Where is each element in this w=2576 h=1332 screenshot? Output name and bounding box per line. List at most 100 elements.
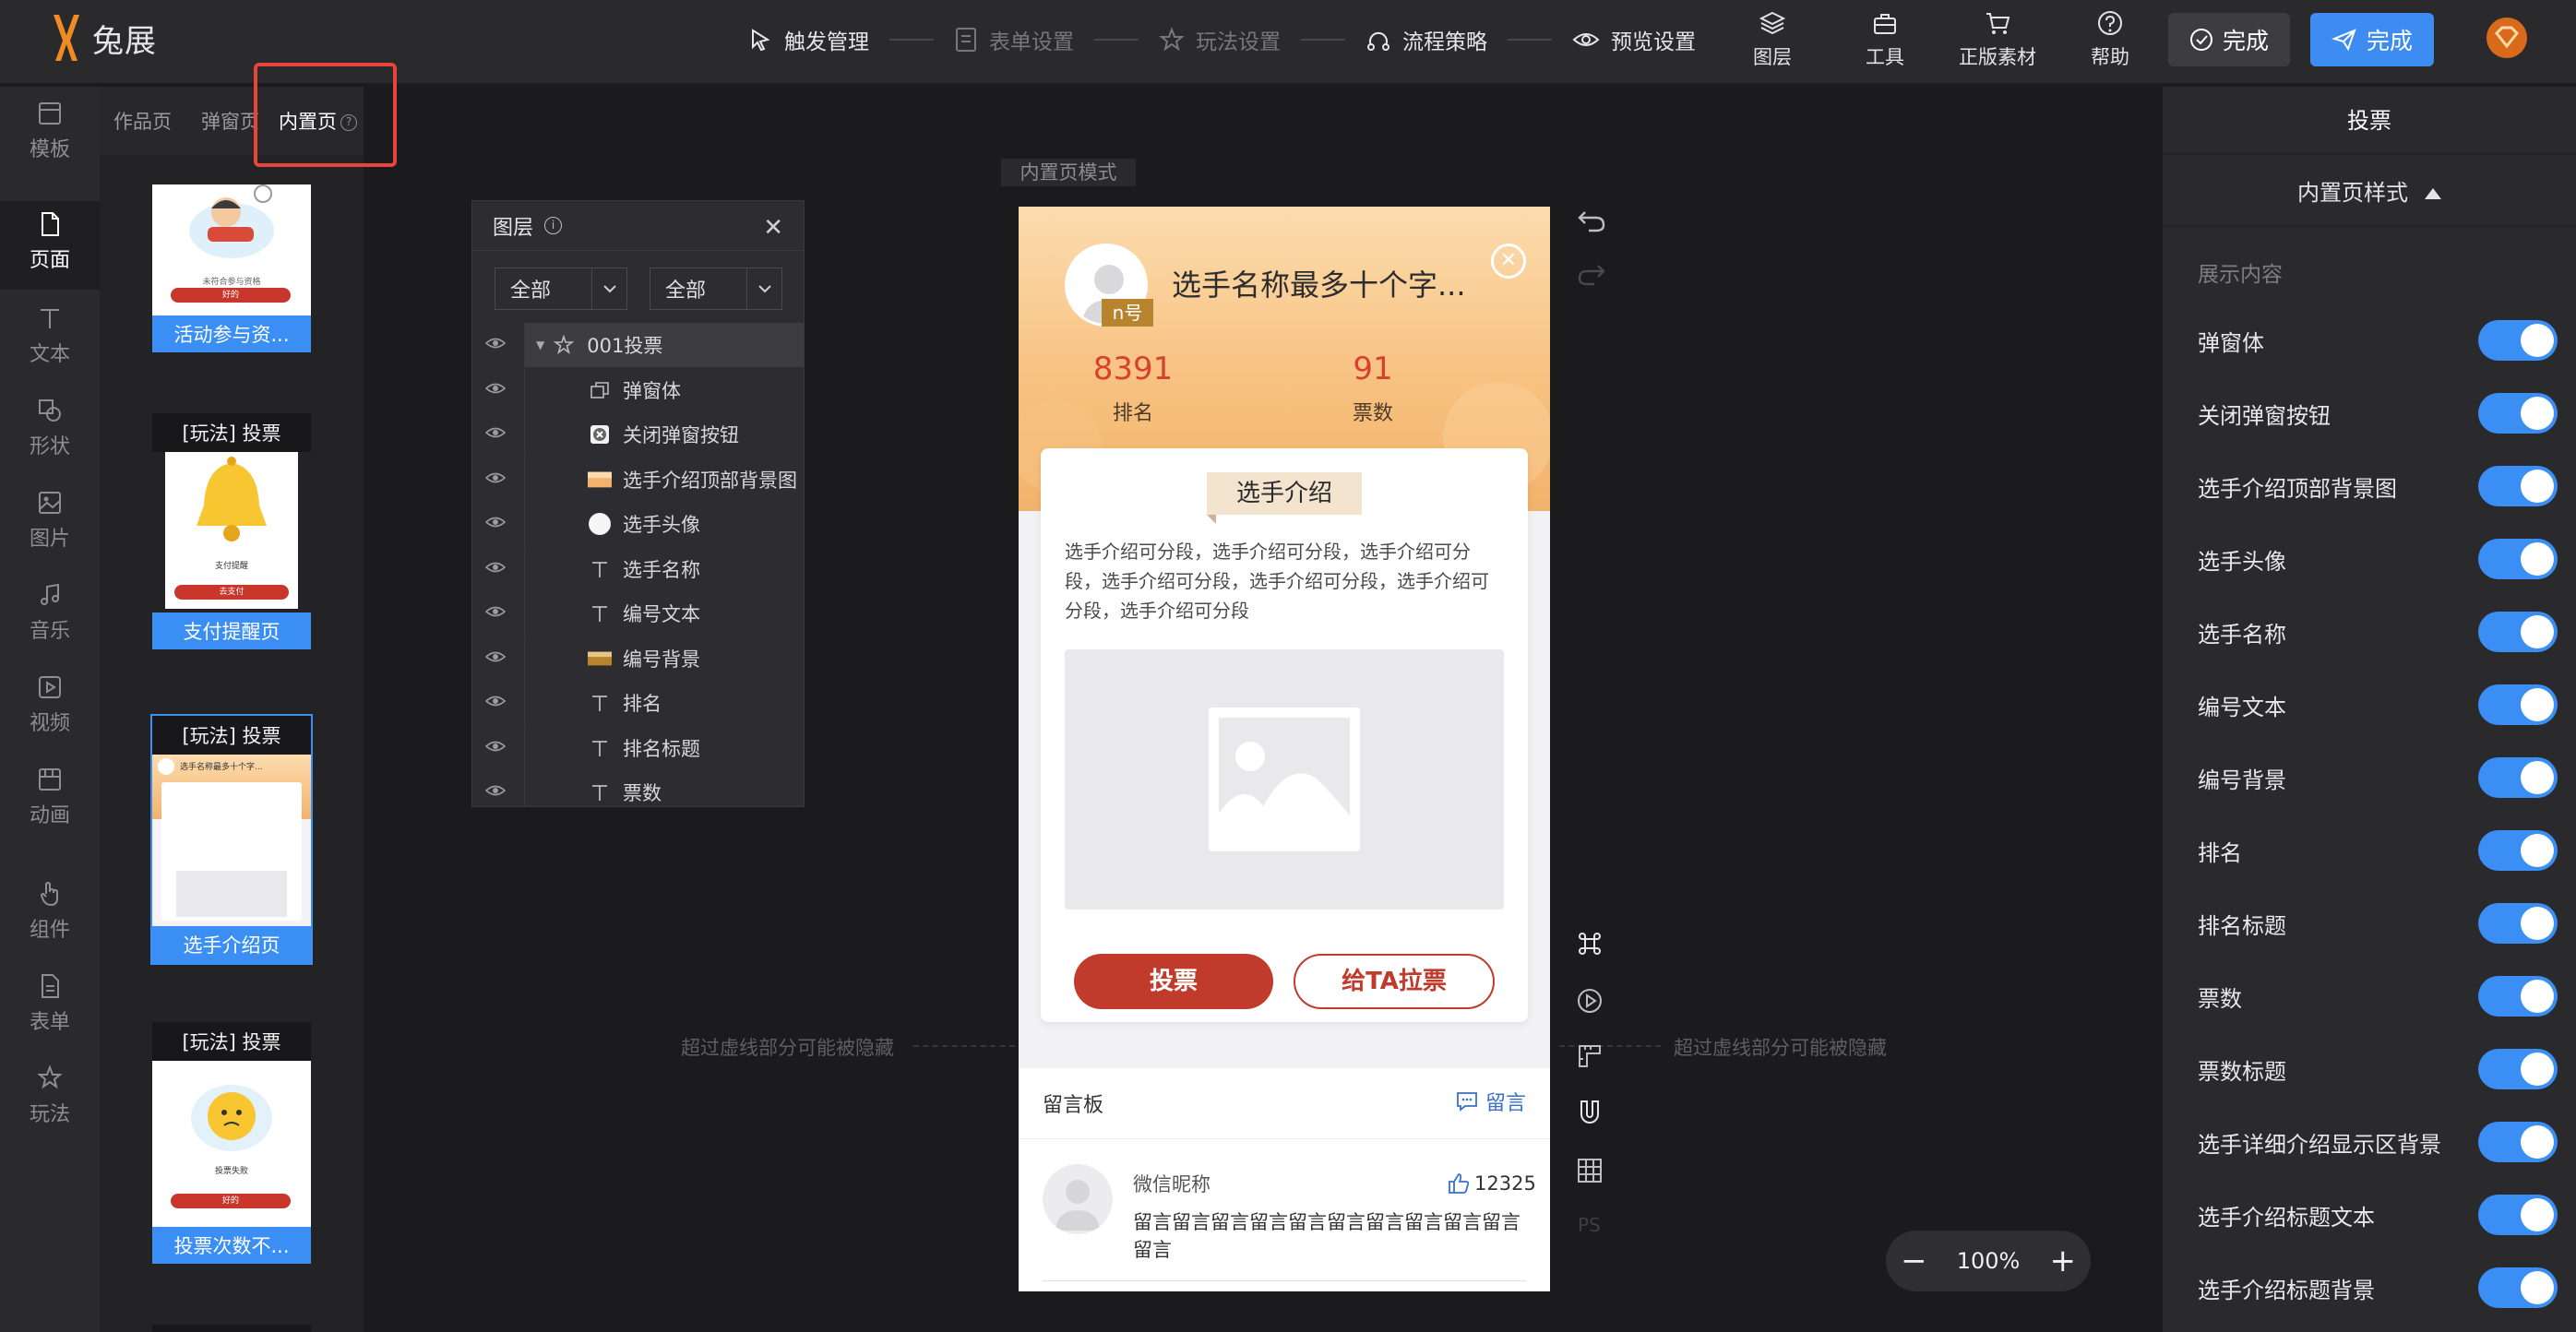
toggle-switch[interactable] (2478, 539, 2558, 579)
magnet-icon[interactable] (1576, 1098, 1604, 1127)
vip-diamond-icon[interactable] (2484, 15, 2530, 61)
eye-icon[interactable] (485, 425, 506, 440)
layer-filter-state[interactable]: 全部 (650, 268, 782, 310)
layer-row[interactable]: 排名标题 (472, 725, 804, 771)
toggle-switch[interactable] (2478, 1267, 2558, 1308)
leftbar-text[interactable]: 文本 (0, 304, 100, 382)
step-divider (1301, 39, 1345, 41)
caret-down-icon[interactable]: ▼ (536, 339, 544, 351)
toggle-switch[interactable] (2478, 466, 2558, 506)
leftbar-label: 动画 (29, 804, 70, 827)
toggle-switch[interactable] (2478, 612, 2558, 652)
layer-filter-type[interactable]: 全部 (495, 268, 627, 310)
leftbar-page[interactable]: 页面 (0, 201, 100, 290)
eye-icon[interactable] (485, 739, 506, 754)
info-icon[interactable]: i (544, 217, 563, 234)
eye-icon[interactable] (485, 515, 506, 529)
layer-row[interactable]: 排名 (472, 681, 804, 726)
tool-tools[interactable]: 工具 (1829, 9, 1941, 70)
step-trigger[interactable]: 触发管理 (747, 24, 869, 55)
eye-icon (1572, 33, 1600, 46)
layer-row[interactable]: 选手介绍顶部背景图 (472, 457, 804, 503)
layer-row[interactable]: 弹窗体 (472, 367, 804, 413)
toggle-switch[interactable] (2478, 830, 2558, 871)
layer-row[interactable]: 选手名称 (472, 546, 804, 592)
intro-image-placeholder[interactable] (1065, 649, 1504, 910)
leftbar-video[interactable]: 视频 (0, 673, 100, 751)
layer-row[interactable]: ▼ 001投票 (472, 323, 804, 368)
toggle-switch[interactable] (2478, 757, 2558, 798)
layer-row[interactable]: 关闭弹窗按钮 (472, 412, 804, 458)
step-preview[interactable]: 预览设置 (1572, 24, 1696, 55)
layer-row[interactable]: 编号背景 (472, 636, 804, 682)
toggle-switch[interactable] (2478, 1049, 2558, 1089)
eye-icon[interactable] (485, 694, 506, 708)
leftbar-music[interactable]: 音乐 (0, 581, 100, 659)
step-flow[interactable]: 流程策略 (1366, 24, 1487, 55)
step-gameplay[interactable]: 玩法设置 (1159, 24, 1281, 55)
leave-message-link[interactable]: 留言 (1456, 1087, 1526, 1116)
tab-popup-page[interactable]: 弹窗页 (201, 107, 259, 135)
intro-title-fold (1207, 515, 1216, 524)
toggle-switch[interactable] (2478, 393, 2558, 434)
style-section-toggle[interactable]: 内置页样式 (2163, 159, 2576, 227)
leftbar-template[interactable]: 模板 (0, 100, 100, 177)
eye-icon[interactable] (485, 560, 506, 575)
phone-preview[interactable]: n号 选手名称最多十个字... ✕ 8391 排名 91 票数 选手介绍 选手介… (1019, 207, 1550, 1291)
intro-card[interactable]: 选手介绍 选手介绍可分段，选手介绍可分段，选手介绍可分段，选手介绍可分段，选手介… (1041, 448, 1528, 1022)
page-thumb[interactable]: [玩法] 投票 投票失败 好的 投票次数不... (152, 1022, 311, 1264)
contestant-number-badge[interactable]: n号 (1102, 299, 1153, 327)
done-check-button[interactable]: 完成 (2168, 13, 2290, 66)
ps-icon[interactable]: PS (1578, 1214, 1601, 1236)
tool-help[interactable]: 帮助 (2054, 9, 2166, 70)
layer-row[interactable]: 选手头像 (472, 502, 804, 547)
toggle-switch[interactable] (2478, 1122, 2558, 1162)
leftbar-animation[interactable]: 动画 (0, 766, 100, 843)
like-count-value: 12325 (1474, 1172, 1536, 1195)
done-publish-button[interactable]: 完成 (2310, 13, 2434, 66)
toggle-switch[interactable] (2478, 903, 2558, 944)
tool-stock[interactable]: 正版素材 (1941, 9, 2054, 70)
layer-row[interactable]: 编号文本 (472, 591, 804, 636)
page-thumb[interactable]: 未符合参与资格 好的 活动参与资... (152, 184, 311, 352)
leftbar-form[interactable]: 表单 (0, 972, 100, 1050)
page-thumb-active[interactable]: [玩法] 投票 选手名称最多十个字... 选手介绍页 (150, 714, 313, 965)
tab-works-page[interactable]: 作品页 (113, 107, 172, 135)
toggle-switch[interactable] (2478, 976, 2558, 1017)
step-form[interactable]: 表单设置 (954, 24, 1074, 55)
chevron-down-icon (746, 268, 781, 309)
toggle-switch[interactable] (2478, 684, 2558, 725)
layer-row-body: 选手介绍顶部背景图 (524, 457, 804, 502)
leftbar-gameplay[interactable]: 玩法 (0, 1064, 100, 1142)
like-count[interactable]: 12325 (1447, 1171, 1536, 1195)
tool-layers[interactable]: 图层 (1716, 9, 1829, 70)
leftbar-shape[interactable]: 形状 (0, 397, 100, 474)
redo-icon[interactable] (1576, 260, 1607, 288)
grid-icon[interactable] (1576, 1157, 1604, 1184)
canvass-button[interactable]: 给TA拉票 (1294, 954, 1495, 1009)
contestant-name[interactable]: 选手名称最多十个字... (1172, 262, 1495, 304)
toggle-switch[interactable] (2478, 1195, 2558, 1235)
vote-button[interactable]: 投票 (1074, 954, 1273, 1009)
shortcut-command-icon[interactable] (1576, 930, 1604, 957)
eye-icon[interactable] (485, 470, 506, 485)
leftbar-component[interactable]: 组件 (0, 880, 100, 957)
layer-list: ▼ 001投票 弹窗体 关闭弹窗按钮 选手介绍顶部背景图 选手头像 选手名称 编… (472, 323, 804, 806)
close-popup-icon[interactable]: ✕ (1491, 244, 1526, 279)
close-icon[interactable]: ✕ (763, 214, 783, 242)
layer-row[interactable]: 票数 (472, 770, 804, 806)
eye-icon[interactable] (485, 381, 506, 396)
ruler-icon[interactable] (1576, 1042, 1604, 1070)
leftbar-image[interactable]: 图片 (0, 489, 100, 566)
page-thumb[interactable]: [玩法] 投票 支付提醒 去支付 支付提醒页 (152, 413, 311, 649)
logo[interactable]: 兔展 (46, 13, 157, 63)
eye-icon[interactable] (485, 604, 506, 619)
eye-icon[interactable] (485, 783, 506, 798)
zoom-in-button[interactable]: + (2049, 1245, 2076, 1277)
play-preview-icon[interactable] (1576, 987, 1604, 1015)
undo-icon[interactable] (1576, 207, 1607, 234)
zoom-out-button[interactable]: − (1901, 1245, 1927, 1277)
toggle-switch[interactable] (2478, 320, 2558, 361)
eye-icon[interactable] (485, 336, 506, 351)
eye-icon[interactable] (485, 649, 506, 664)
